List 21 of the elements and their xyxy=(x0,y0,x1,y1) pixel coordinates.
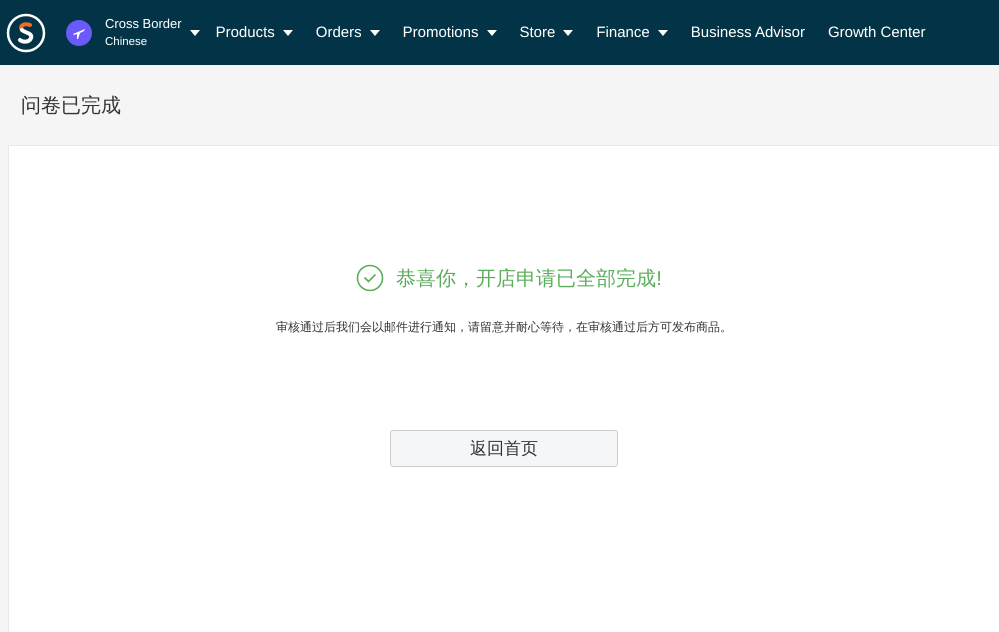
caret-icon xyxy=(190,30,200,36)
nav-menu-item[interactable]: Store xyxy=(520,24,574,41)
caret-icon xyxy=(282,30,293,36)
page-title: 问卷已完成 xyxy=(21,94,121,118)
nav-menu-item[interactable]: Growth Center xyxy=(828,24,926,41)
nav-menu-item[interactable]: Orders xyxy=(316,24,380,41)
airplane-icon xyxy=(66,20,92,46)
nav-menu-item[interactable]: Promotions xyxy=(402,24,496,41)
success-title: 恭喜你，开店申请已全部完成! xyxy=(396,266,662,292)
success-message: 审核通过后我们会以邮件进行通知，请留意并耐心等待，在审核通过后方可发布商品。 xyxy=(276,319,732,336)
caret-icon xyxy=(486,30,496,36)
nav-menu-item[interactable]: Finance xyxy=(596,24,668,41)
account-switcher[interactable]: Cross Border Chinese xyxy=(105,14,182,52)
caret-icon xyxy=(563,30,574,36)
return-home-button[interactable]: 返回首页 xyxy=(390,430,618,467)
nav-menu-item[interactable]: Products xyxy=(216,24,293,41)
caret-icon xyxy=(658,30,668,36)
caret-icon xyxy=(370,30,380,36)
nav-menu-item[interactable]: Business Advisor xyxy=(690,24,805,41)
check-circle-icon xyxy=(356,264,384,292)
logo-icon[interactable] xyxy=(6,12,46,52)
